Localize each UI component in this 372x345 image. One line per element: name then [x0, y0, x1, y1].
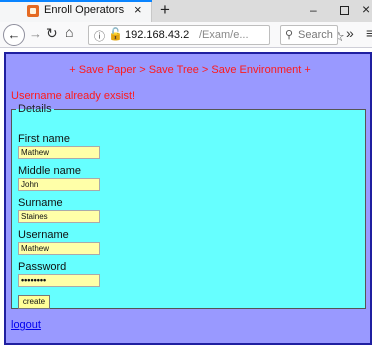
enroll-page: + Save Paper > Save Tree > Save Environm… [4, 52, 372, 345]
tab-title: Enroll Operators [44, 4, 125, 16]
active-tab[interactable]: Enroll Operators × [0, 0, 152, 22]
logout-link[interactable]: logout [11, 319, 41, 331]
page-viewport: + Save Paper > Save Tree > Save Environm… [0, 48, 372, 345]
tab-accent-bar [0, 0, 152, 2]
details-legend: Details [18, 103, 52, 115]
site-info-icon[interactable]: ⓘ [94, 28, 105, 44]
first-name-label: First name [18, 133, 70, 145]
error-message: Username already exsist! [11, 90, 136, 102]
tab-strip: Enroll Operators × + – × [0, 0, 372, 22]
url-path: /Exam/e... [199, 29, 249, 41]
password-label: Password [18, 261, 67, 273]
toolbar-overflow-icon[interactable]: » [346, 25, 354, 41]
middle-name-label: Middle name [18, 165, 81, 177]
address-bar[interactable]: ⓘ 🔓 192.168.43.2 /Exam/e... ••• ◈ ☆ [88, 25, 345, 45]
minimize-window-icon[interactable]: – [310, 3, 317, 17]
insecure-connection-icon[interactable]: 🔓 [108, 27, 123, 41]
new-tab-icon[interactable]: + [160, 0, 170, 20]
first-name-input[interactable]: Mathew [18, 146, 100, 159]
site-favicon-icon [27, 5, 39, 17]
username-input[interactable]: Mathew [18, 242, 100, 255]
url-host: 192.168.43.2 [125, 29, 190, 41]
search-icon: ⚲ [285, 29, 294, 41]
breadcrumb: + Save Paper > Save Tree > Save Environm… [69, 64, 311, 76]
surname-input[interactable]: Staines [18, 210, 100, 223]
forward-arrow-icon[interactable]: → [29, 26, 42, 41]
details-fieldset: Details First name Mathew Middle name Jo… [11, 103, 366, 309]
search-placeholder: Search [298, 29, 333, 41]
create-button[interactable]: create [18, 295, 50, 309]
back-arrow-icon[interactable]: ← [3, 24, 25, 46]
password-input[interactable]: •••••••• [18, 274, 100, 287]
home-icon[interactable]: ⌂ [65, 24, 73, 40]
hamburger-menu-icon[interactable]: ≡ [366, 25, 372, 41]
navigation-toolbar: ← → ↻ ⌂ ⓘ 🔓 192.168.43.2 /Exam/e... ••• … [0, 22, 372, 48]
close-tab-icon[interactable]: × [134, 2, 142, 18]
reload-icon[interactable]: ↻ [46, 25, 58, 42]
surname-label: Surname [18, 197, 63, 209]
maximize-window-icon[interactable] [340, 6, 349, 15]
middle-name-input[interactable]: John [18, 178, 100, 191]
search-box[interactable]: ⚲ Search [280, 25, 338, 45]
close-window-icon[interactable]: × [362, 1, 370, 17]
username-label: Username [18, 229, 69, 241]
